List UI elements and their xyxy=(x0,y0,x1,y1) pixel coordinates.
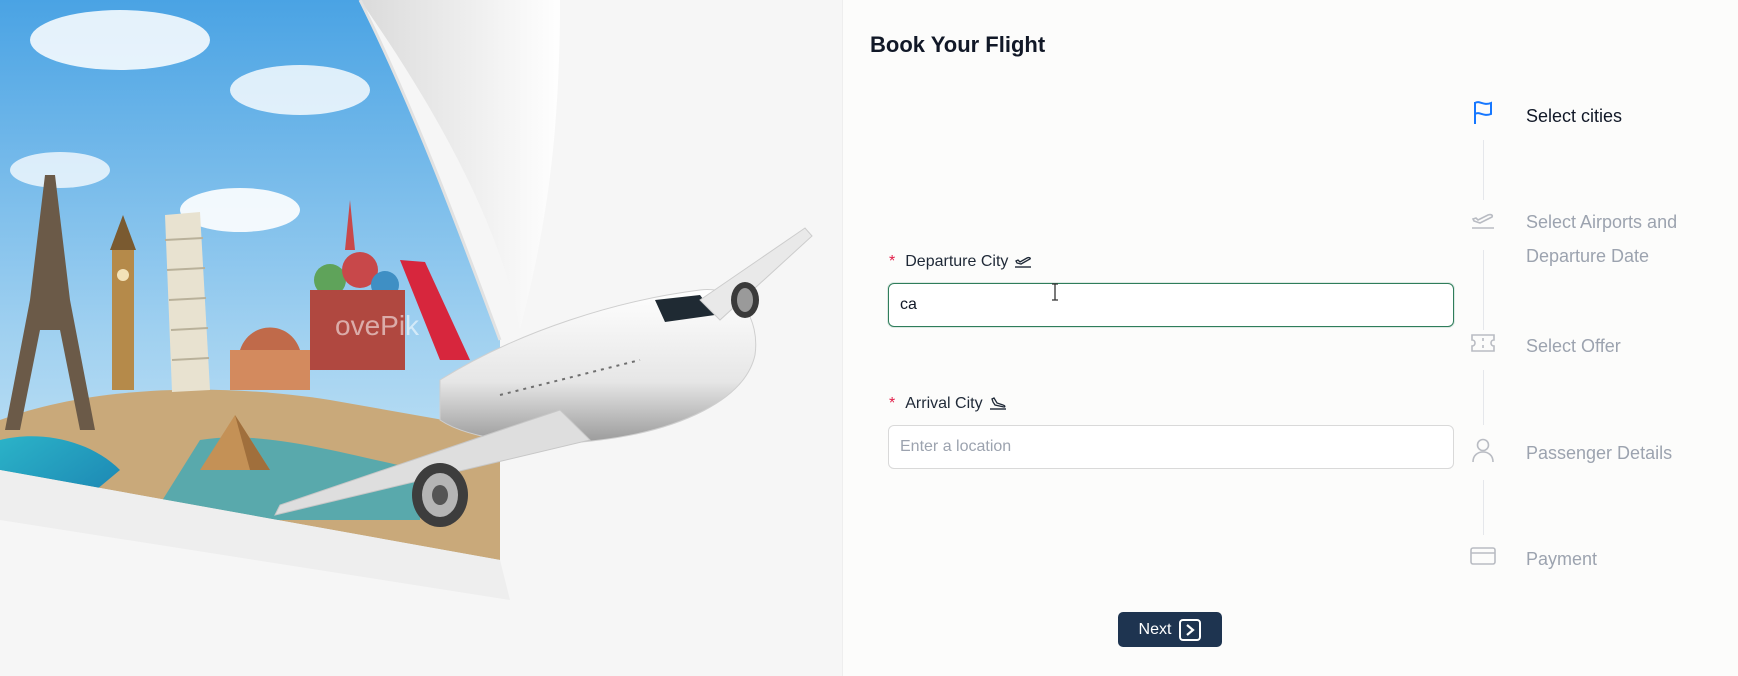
arrival-city-input[interactable] xyxy=(888,425,1454,469)
step-label-payment: Payment xyxy=(1526,549,1598,569)
step-label-select-airports: Select Airports and Departure Date xyxy=(1526,212,1678,266)
step-label-select-cities: Select cities xyxy=(1526,106,1623,126)
next-button[interactable]: Next xyxy=(1118,612,1222,647)
credit-card-icon xyxy=(1468,541,1498,571)
page-title: Book Your Flight xyxy=(870,32,1046,57)
plane-departure-icon xyxy=(1468,205,1498,235)
required-asterisk: * xyxy=(889,395,896,412)
ticket-icon xyxy=(1468,328,1498,358)
step-connector xyxy=(1483,140,1484,200)
plane-arrival-icon xyxy=(989,397,1006,410)
flag-icon xyxy=(1468,98,1498,128)
watermark-text: ovePik xyxy=(335,310,420,341)
user-icon xyxy=(1468,435,1498,465)
next-button-label: Next xyxy=(1138,620,1172,638)
arrival-city-label: * Arrival City xyxy=(889,395,1007,413)
step-connector xyxy=(1483,250,1484,330)
step-connector xyxy=(1483,370,1484,425)
step-label-passenger-details: Passenger Details xyxy=(1526,443,1673,463)
departure-city-label-text: Departure City xyxy=(905,253,1009,270)
plane-departure-icon xyxy=(1015,256,1032,268)
step-connector xyxy=(1483,480,1484,535)
travel-landmarks-airplane-illustration: ovePik xyxy=(0,0,842,676)
booking-panel: Book Your Flight * Departure City * Arri… xyxy=(842,0,1738,676)
text-cursor-icon xyxy=(1052,283,1058,301)
departure-city-label: * Departure City xyxy=(889,253,1032,271)
chevron-right-square-icon xyxy=(1179,618,1202,641)
hero-illustration: ovePik xyxy=(0,0,842,676)
arrival-city-label-text: Arrival City xyxy=(905,395,983,412)
step-label-select-offer: Select Offer xyxy=(1526,336,1621,356)
required-asterisk: * xyxy=(889,253,896,270)
departure-city-input[interactable] xyxy=(888,283,1454,327)
